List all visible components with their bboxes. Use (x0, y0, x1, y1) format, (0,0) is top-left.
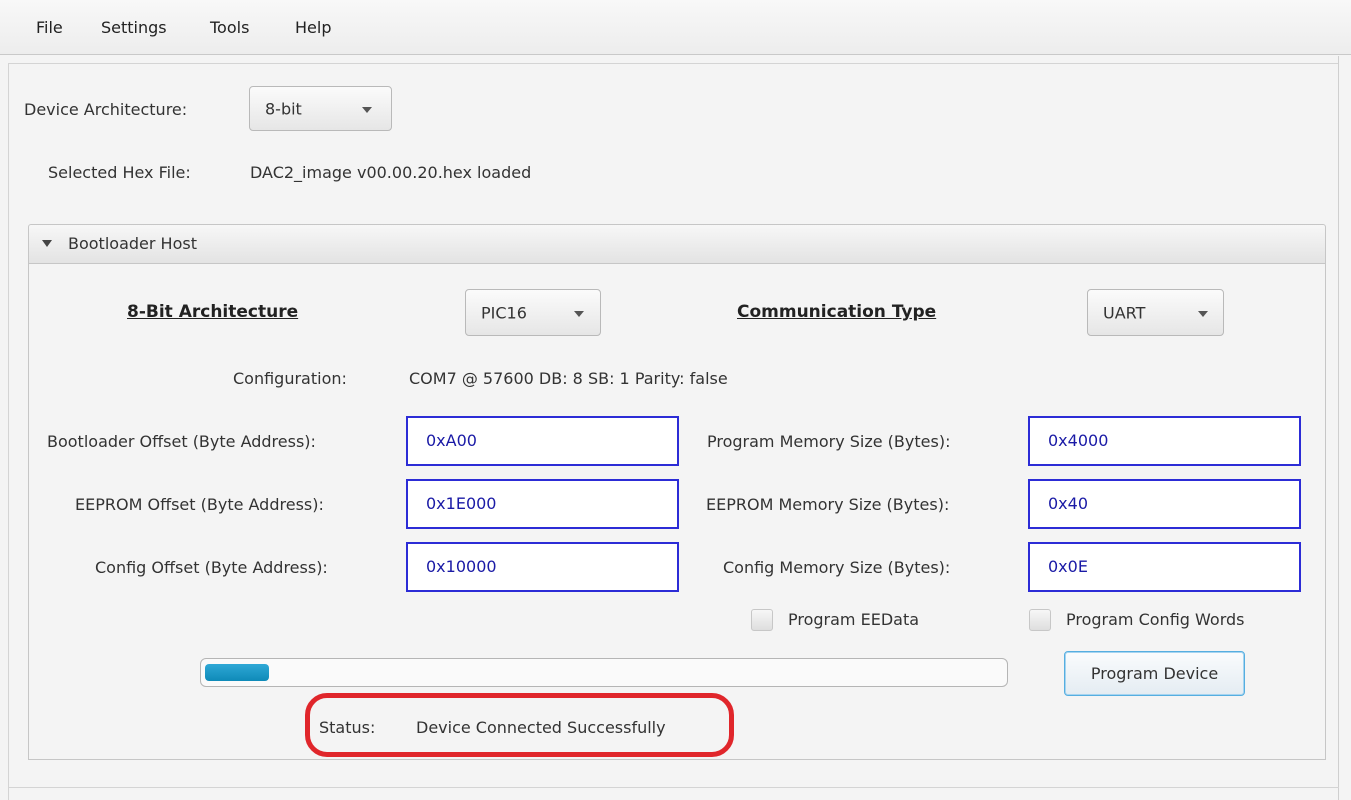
eeprom-memory-size-label: EEPROM Memory Size (Bytes): (706, 495, 950, 514)
eeprom-offset-field[interactable]: 0x1E000 (406, 479, 679, 529)
chevron-down-icon (574, 310, 584, 317)
config-memory-size-label: Config Memory Size (Bytes): (723, 558, 951, 577)
device-architecture-select[interactable]: 8-bit (249, 86, 392, 131)
progress-bar (200, 658, 1008, 687)
config-offset-field[interactable]: 0x10000 (406, 542, 679, 592)
communication-type-select[interactable]: UART (1087, 289, 1224, 336)
device-architecture-value: 8-bit (265, 99, 302, 118)
device-architecture-label: Device Architecture: (24, 100, 188, 119)
menu-bar (0, 0, 1351, 55)
content-frame-right (1338, 56, 1339, 800)
communication-type-value: UART (1103, 303, 1146, 322)
chevron-down-icon (1198, 310, 1208, 317)
hex-file-label: Selected Hex File: (48, 163, 191, 182)
program-memory-size-label: Program Memory Size (Bytes): (707, 432, 951, 451)
content-frame-bottom (8, 787, 1339, 788)
config-offset-label: Config Offset (Byte Address): (95, 558, 328, 577)
bootloader-offset-label: Bootloader Offset (Byte Address): (47, 432, 316, 451)
status-highlight-annotation (305, 693, 734, 757)
program-memory-size-field[interactable]: 0x4000 (1028, 416, 1301, 466)
program-device-button[interactable]: Program Device (1064, 651, 1245, 696)
architecture-select-value: PIC16 (481, 303, 527, 322)
bootloader-offset-field[interactable]: 0xA00 (406, 416, 679, 466)
program-config-words-checkbox[interactable] (1029, 609, 1051, 631)
architecture-select[interactable]: PIC16 (465, 289, 601, 336)
progress-fill (205, 664, 269, 681)
configuration-label: Configuration: (233, 369, 347, 388)
program-config-words-label: Program Config Words (1066, 610, 1245, 629)
menu-help[interactable]: Help (295, 18, 331, 37)
eeprom-offset-label: EEPROM Offset (Byte Address): (75, 495, 324, 514)
content-frame-left (8, 64, 9, 800)
communication-type-header: Communication Type (737, 302, 937, 322)
bootloader-pane-header[interactable] (28, 224, 1326, 264)
architecture-header: 8-Bit Architecture (127, 302, 299, 322)
bootloader-pane-title: Bootloader Host (68, 234, 197, 253)
menu-settings[interactable]: Settings (101, 18, 167, 37)
collapse-triangle-icon[interactable] (42, 240, 52, 247)
program-eedata-checkbox[interactable] (751, 609, 773, 631)
eeprom-memory-size-field[interactable]: 0x40 (1028, 479, 1301, 529)
menu-file[interactable]: File (36, 18, 63, 37)
program-eedata-label: Program EEData (788, 610, 920, 629)
menu-tools[interactable]: Tools (210, 18, 249, 37)
chevron-down-icon (362, 106, 372, 113)
configuration-value: COM7 @ 57600 DB: 8 SB: 1 Parity: false (409, 369, 728, 388)
hex-file-value: DAC2_image v00.00.20.hex loaded (250, 163, 532, 182)
content-frame-top (8, 63, 1339, 64)
config-memory-size-field[interactable]: 0x0E (1028, 542, 1301, 592)
